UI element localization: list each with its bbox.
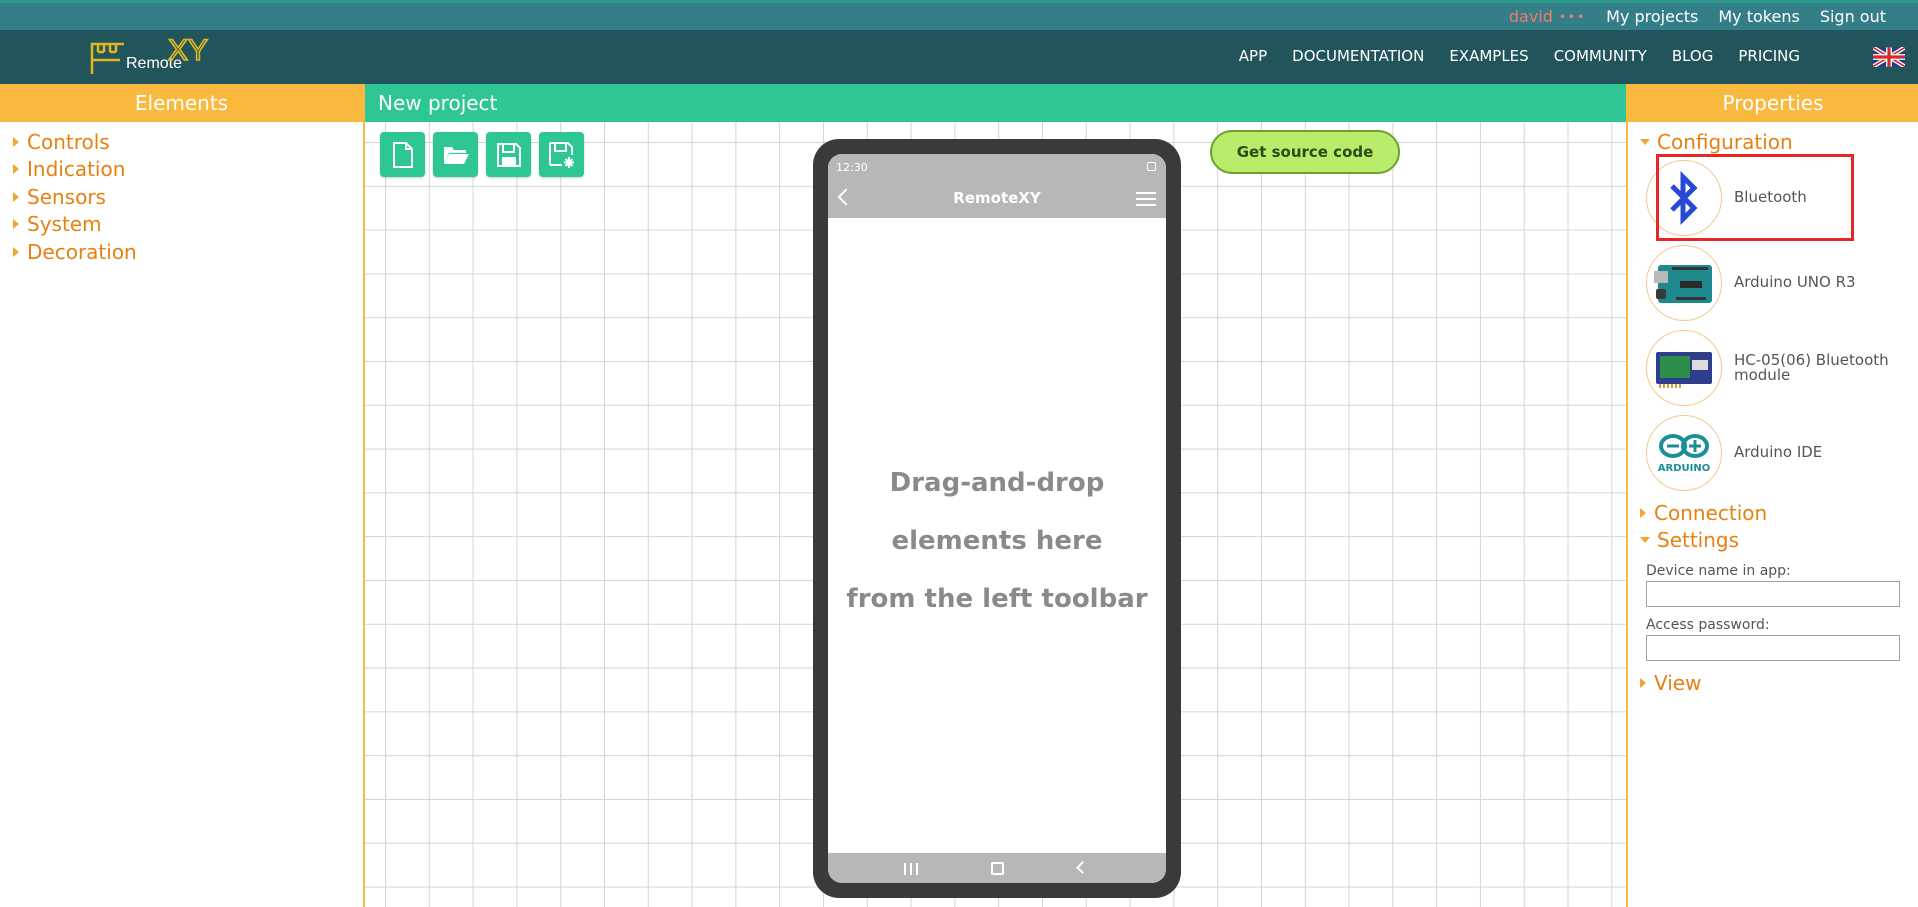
tree-item-sensors[interactable]: Sensors [13,183,363,211]
phone-preview: 12:30 RemoteXY Drag-and-drop elements he… [813,139,1181,898]
section-label: Configuration [1657,129,1793,154]
device-name-label: Device name in app: [1646,563,1791,579]
project-editor: New project Get source code 12:30 Remote… [365,84,1626,907]
phone-app-title: RemoteXY [953,189,1041,207]
section-settings[interactable]: Settings [1628,526,1918,553]
save-as-button[interactable] [539,132,584,177]
section-label: Settings [1657,527,1740,552]
nav-community[interactable]: COMMUNITY [1554,47,1647,65]
expand-arrow-icon [13,246,19,257]
elements-panel-title: Elements [0,84,363,122]
tree-item-label: Indication [27,157,126,182]
nav-examples[interactable]: EXAMPLES [1449,47,1528,65]
get-source-code-button[interactable]: Get source code [1210,130,1400,174]
svg-text:ARDUINO: ARDUINO [1658,463,1710,474]
user-menu-dots-icon[interactable]: ••• [1559,10,1586,24]
new-project-button[interactable] [380,132,425,177]
home-icon [991,862,1004,875]
collapse-arrow-icon [1640,138,1650,145]
tree-item-label: System [27,212,102,237]
save-icon [496,142,521,167]
new-file-icon [392,141,413,168]
config-label: HC-05(06) Bluetooth module [1734,350,1889,384]
phone-app-bar: RemoteXY [828,181,1166,218]
section-connection[interactable]: Connection [1628,499,1918,526]
section-label: View [1654,670,1702,695]
section-label: Connection [1654,500,1768,525]
device-name-field[interactable] [1646,581,1900,607]
selection-highlight [1656,154,1854,241]
back-icon [1076,861,1089,874]
tree-item-label: Controls [27,129,110,154]
elements-panel: Elements Controls Indication Sensors Sys… [0,84,365,907]
phone-status-bar: 12:30 [828,154,1166,181]
config-bluetooth[interactable]: Bluetooth [1646,154,1918,241]
phone-nav-bar [828,853,1166,883]
drop-hint-line: elements here [891,526,1103,556]
drop-hint-line: Drag-and-drop [889,468,1105,498]
open-project-button[interactable] [433,132,478,177]
settings-form: Device name in app: Access password: [1628,563,1918,661]
nav-documentation[interactable]: DOCUMENTATION [1292,47,1424,65]
properties-panel: Properties Configuration Bluetooth Ardui… [1626,84,1918,907]
app-root: david ••• My projects My tokens Sign out… [0,0,1918,907]
expand-arrow-icon [1640,677,1646,688]
tree-item-label: Sensors [27,184,106,209]
sign-out-link[interactable]: Sign out [1820,7,1886,26]
section-configuration[interactable]: Configuration [1628,128,1918,155]
drop-hint-line: from the left toolbar [846,584,1148,614]
file-toolbar [380,132,584,177]
access-password-field[interactable] [1646,635,1900,661]
account-links: david ••• My projects My tokens Sign out [1509,7,1886,26]
remotexy-logo[interactable]: Remote XY [88,33,218,78]
bt-module-icon [1646,329,1722,406]
open-folder-icon [443,146,469,164]
tree-item-system[interactable]: System [13,211,363,239]
logo-text-xy: XY [168,38,208,67]
top-utility-bar: david ••• My projects My tokens Sign out [0,0,1918,30]
collapse-arrow-icon [1640,536,1650,543]
nav-pricing[interactable]: PRICING [1738,47,1800,65]
expand-arrow-icon [13,219,19,230]
phone-screen[interactable]: 12:30 RemoteXY Drag-and-drop elements he… [828,154,1166,883]
recent-apps-icon [904,863,918,875]
logo-antenna-icon: Remote XY [90,33,209,74]
arduino-logo-icon: ARDUINO [1646,414,1722,491]
section-view[interactable]: View [1628,669,1918,696]
project-title: New project [365,84,1626,122]
config-label: Arduino IDE [1734,443,1823,461]
expand-arrow-icon [13,164,19,175]
nav-blog[interactable]: BLOG [1672,47,1714,65]
config-arduino-uno[interactable]: Arduino UNO R3 [1646,240,1918,325]
tree-item-decoration[interactable]: Decoration [13,238,363,266]
lock-icon [1147,162,1156,171]
config-hc05-module[interactable]: HC-05(06) Bluetooth module [1646,325,1918,410]
my-projects-link[interactable]: My projects [1606,7,1698,26]
tree-item-indication[interactable]: Indication [13,156,363,184]
save-project-button[interactable] [486,132,531,177]
uk-flag-icon[interactable] [1873,47,1905,67]
user-name-link[interactable]: david [1509,7,1553,26]
nav-app[interactable]: APP [1239,47,1267,65]
expand-arrow-icon [1640,507,1646,518]
my-tokens-link[interactable]: My tokens [1718,7,1799,26]
design-canvas[interactable]: Get source code 12:30 RemoteXY Drag-and-… [365,122,1626,907]
config-label: Arduino UNO R3 [1734,273,1856,291]
tree-item-label: Decoration [27,239,137,264]
expand-arrow-icon [13,136,19,147]
status-time: 12:30 [836,161,868,174]
access-password-label: Access password: [1646,617,1770,633]
properties-panel-title: Properties [1628,84,1918,122]
config-arduino-ide[interactable]: ARDUINO Arduino IDE [1646,410,1918,495]
drop-hint: Drag-and-drop elements here from the lef… [828,454,1166,628]
configuration-list: Bluetooth Arduino UNO R3 HC-05(06) Bluet… [1628,154,1918,495]
nav-links: APP DOCUMENTATION EXAMPLES COMMUNITY BLO… [1239,47,1800,65]
expand-arrow-icon [13,191,19,202]
main-navbar: Remote XY APP DOCUMENTATION EXAMPLES COM… [0,30,1918,84]
menu-icon [1136,192,1156,206]
elements-tree: Controls Indication Sensors System Decor… [0,122,363,266]
save-as-icon [548,141,574,168]
arduino-board-icon [1646,244,1722,321]
tree-item-controls[interactable]: Controls [13,128,363,156]
